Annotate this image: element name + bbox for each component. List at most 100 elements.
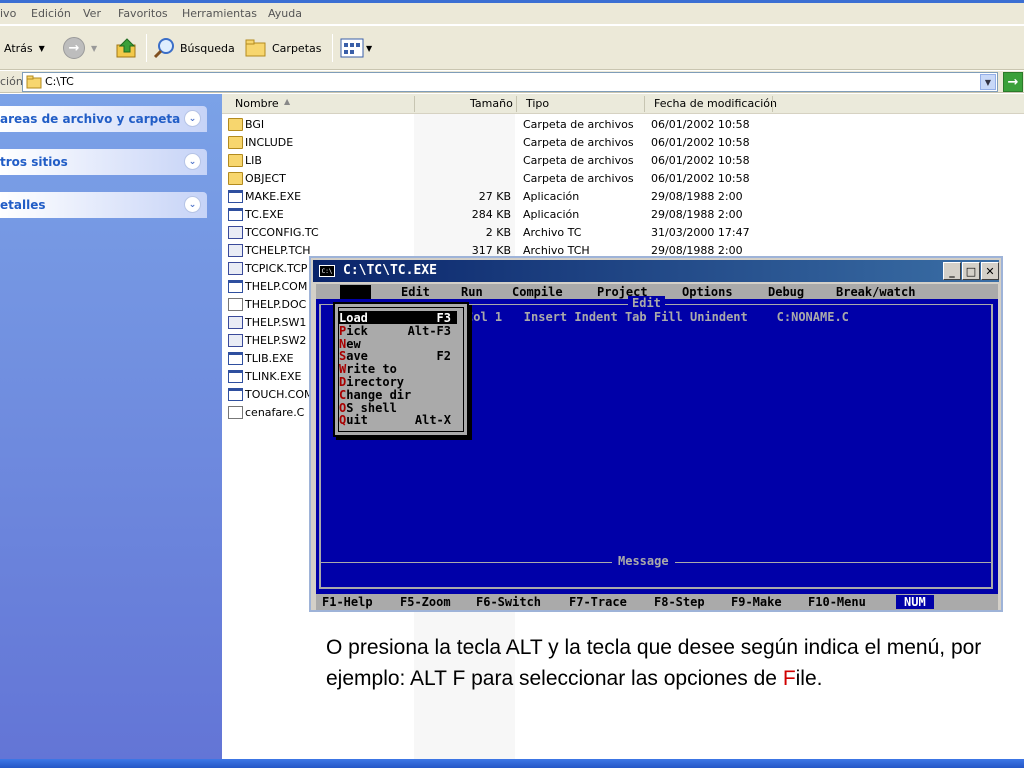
tc-file-icon [228, 226, 243, 239]
file-menu-item[interactable]: Load F3 [339, 311, 457, 325]
tc-file-icon [228, 244, 243, 257]
menu-label-rest: un [468, 285, 483, 299]
menu-edit[interactable]: Edición [31, 7, 71, 20]
file-date: 06/01/2002 10:58 [651, 172, 750, 185]
fkey-key: F5 [400, 595, 415, 609]
dos-window-titlebar[interactable]: C:\ C:\TC\TC.EXE _ □ ✕ [313, 260, 999, 282]
back-button[interactable]: Atrás ▼ [4, 37, 45, 59]
fkey-hint[interactable]: F5-Zoom [400, 595, 451, 609]
maximize-button[interactable]: □ [962, 262, 980, 280]
file-menu-item[interactable]: Save F2 [339, 349, 457, 363]
file-row[interactable]: BGI Carpeta de archivos 06/01/2002 10:58 [222, 116, 1022, 134]
fkey-hint[interactable]: F10-Menu [808, 595, 866, 609]
address-label: ción [0, 75, 23, 88]
exe-icon [228, 208, 243, 221]
tc-menu-compile[interactable]: Compile [512, 285, 563, 299]
menu-favorites[interactable]: Favoritos [118, 7, 168, 20]
column-header-size[interactable]: Tamaño [470, 97, 513, 110]
fkey-label: -Step [668, 595, 705, 609]
file-type: Aplicación [523, 190, 580, 203]
menu-tools[interactable]: Herramientas [182, 7, 257, 20]
fkey-hint[interactable]: F8-Step [654, 595, 705, 609]
column-header-date[interactable]: Fecha de modificación [654, 97, 777, 110]
file-name: cenafare.C [245, 406, 305, 419]
folders-button[interactable]: Carpetas [244, 37, 321, 59]
minimize-button[interactable]: _ [943, 262, 961, 280]
chevron-down-icon[interactable]: ⌄ [184, 110, 201, 127]
file-menu-item[interactable]: Change dir [339, 388, 457, 402]
file-menu-dropdown: Load F3 Pick Alt-F3 New Save F2 Write to Directo… [333, 302, 469, 437]
file-tasks-panel[interactable]: areas de archivo y carpeta ⌄ [0, 106, 207, 132]
file-name: LIB [245, 154, 262, 167]
file-type: Carpeta de archivos [523, 154, 634, 167]
function-key-bar: F1-Help F5-Zoom F6-Switch F7-Trace F8-Step F9… [316, 594, 998, 610]
tc-menu-edit[interactable]: Edit [401, 285, 430, 299]
close-button[interactable]: ✕ [981, 262, 999, 280]
column-divider[interactable] [414, 96, 415, 112]
dos-screen[interactable]: File Edit Run Compile Project Options De… [316, 284, 998, 610]
file-row[interactable]: TC.EXE 284 KB Aplicación 29/08/1988 2:00 [222, 206, 1022, 224]
forward-dropdown-icon: ▼ [91, 43, 98, 53]
file-row[interactable]: OBJECT Carpeta de archivos 06/01/2002 10:5… [222, 170, 1022, 188]
menu-label-rest: dit [408, 285, 430, 299]
address-bar: ción C:\TC ▼ → [0, 71, 1024, 93]
caption-highlight-letter: F [782, 667, 796, 690]
exe-icon [228, 190, 243, 203]
file-name: TCHELP.TCH [245, 244, 311, 257]
file-row[interactable]: LIB Carpeta de archivos 06/01/2002 10:58 [222, 152, 1022, 170]
fkey-key: F6 [476, 595, 491, 609]
column-divider[interactable] [772, 96, 773, 112]
views-button[interactable]: ▼ [340, 37, 372, 59]
folders-icon [245, 39, 266, 57]
file-row[interactable]: INCLUDE Carpeta de archivos 06/01/2002 10:… [222, 134, 1022, 152]
column-header-type[interactable]: Tipo [526, 97, 549, 110]
tc-menu-options[interactable]: Options [682, 285, 733, 299]
column-divider[interactable] [516, 96, 517, 112]
file-name: THELP.DOC [245, 298, 307, 311]
folder-icon [228, 136, 243, 149]
file-menu-item[interactable]: New [339, 337, 457, 351]
forward-button[interactable]: → ▼ [63, 37, 97, 59]
fkey-hint[interactable]: F9-Make [731, 595, 782, 609]
sort-ascending-icon: ▲ [284, 97, 291, 106]
tc-file-icon [228, 262, 243, 275]
file-menu-item[interactable]: Pick Alt-F3 [339, 324, 457, 338]
up-folder-button[interactable] [115, 37, 139, 59]
file-menu-item[interactable]: Quit Alt-X [339, 413, 457, 427]
file-type: Archivo TC [523, 226, 582, 239]
fkey-key: F7 [569, 595, 584, 609]
menu-help[interactable]: Ayuda [268, 7, 302, 20]
address-field[interactable]: C:\TC ▼ [22, 72, 998, 92]
file-menu-item[interactable]: Directory [339, 375, 457, 389]
other-places-panel[interactable]: tros sitios ⌄ [0, 149, 207, 175]
chevron-down-icon[interactable]: ⌄ [184, 196, 201, 213]
file-menu-item[interactable]: Write to [339, 362, 457, 376]
go-arrow-icon[interactable]: → [1003, 72, 1023, 92]
tc-menu-break-watch[interactable]: Break/watch [836, 285, 915, 299]
tc-menu-file[interactable]: File [340, 285, 371, 299]
file-name: BGI [245, 118, 265, 131]
panel-title: areas de archivo y carpeta [0, 112, 181, 126]
file-date: 06/01/2002 10:58 [651, 118, 750, 131]
fkey-hint[interactable]: F7-Trace [569, 595, 627, 609]
folder-icon [228, 154, 243, 167]
file-row[interactable]: MAKE.EXE 27 KB Aplicación 29/08/1988 2:00 [222, 188, 1022, 206]
views-dropdown-icon: ▼ [366, 43, 373, 53]
details-panel[interactable]: etalles ⌄ [0, 192, 207, 218]
fkey-hint[interactable]: F6-Switch [476, 595, 541, 609]
tc-menu-run[interactable]: Run [461, 285, 483, 299]
search-button[interactable]: Búsqueda [152, 37, 235, 59]
column-header-name[interactable]: Nombre [235, 97, 279, 110]
file-menu-item[interactable]: OS shell [339, 401, 457, 415]
file-row[interactable]: TCCONFIG.TC 2 KB Archivo TC 31/03/2000 17:4… [222, 224, 1022, 242]
tc-menu-debug[interactable]: Debug [768, 285, 804, 299]
back-dropdown-icon[interactable]: ▼ [39, 44, 45, 53]
caption-tail: ile. [795, 667, 823, 690]
column-divider[interactable] [644, 96, 645, 112]
chevron-down-icon[interactable]: ⌄ [184, 153, 201, 170]
address-dropdown-icon[interactable]: ▼ [980, 74, 996, 90]
menu-file[interactable]: ivo [0, 7, 16, 20]
fkey-label: -Zoom [414, 595, 451, 609]
fkey-hint[interactable]: F1-Help [322, 595, 373, 609]
menu-view[interactable]: Ver [83, 7, 101, 20]
